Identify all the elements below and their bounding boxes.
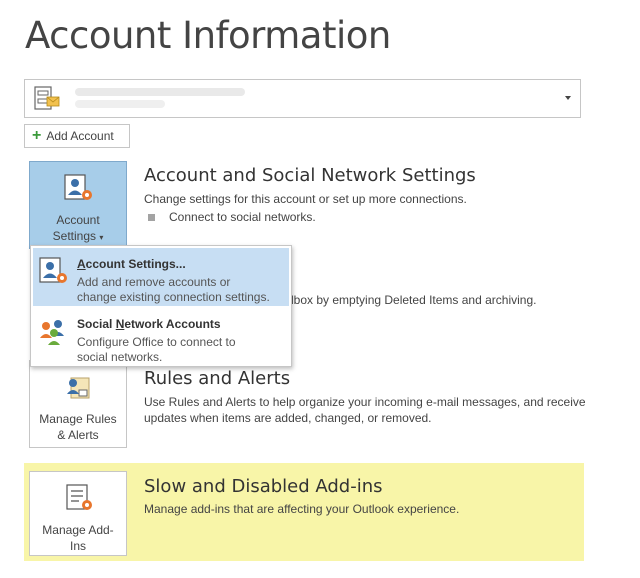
mailbox-cleanup-partial-text: lbox by emptying Deleted Items and archi…	[291, 293, 537, 307]
social-bullet: Connect to social networks.	[148, 209, 316, 225]
plus-icon: +	[32, 127, 42, 144]
rules-alerts-icon	[67, 377, 90, 399]
account-name-redacted	[75, 88, 245, 96]
menu-item-account-settings[interactable]: Account Settings... Add and remove accou…	[33, 248, 289, 306]
rules-alerts-description: Use Rules and Alerts to help organize yo…	[144, 395, 586, 425]
addins-description: Manage add-ins that are affecting your O…	[144, 502, 460, 516]
account-type-redacted	[75, 100, 165, 108]
manage-rules-label: Manage Rules & Alerts	[39, 412, 117, 442]
manage-addins-button[interactable]: Manage Add- Ins	[29, 471, 127, 556]
menu-item-title: Social Network Accounts	[77, 317, 221, 331]
account-settings-title: Account and Social Network Settings	[144, 165, 476, 186]
page-title: Account Information	[25, 14, 391, 57]
account-mailbox-icon	[34, 86, 60, 110]
addins-title: Slow and Disabled Add-ins	[144, 476, 383, 497]
addins-icon	[66, 484, 92, 510]
dropdown-caret-icon[interactable]	[565, 96, 571, 100]
manage-addins-label: Manage Add- Ins	[42, 523, 114, 553]
menu-item-title: Account Settings...	[77, 257, 186, 271]
rules-alerts-title: Rules and Alerts	[144, 368, 291, 389]
account-settings-description: Change settings for this account or set …	[144, 192, 467, 206]
account-settings-dropdown: Account Settings... Add and remove accou…	[30, 245, 292, 367]
menu-item-description: Configure Office to connect to social ne…	[77, 335, 236, 364]
account-settings-button[interactable]: Account Settings ▾	[29, 161, 127, 249]
add-account-label: Add Account	[46, 129, 114, 143]
bullet-icon	[148, 213, 155, 221]
manage-rules-button[interactable]: Manage Rules & Alerts	[29, 360, 127, 448]
account-settings-label: Account Settings ▾	[52, 213, 104, 243]
menu-item-social-network-accounts[interactable]: Social Network Accounts Configure Office…	[33, 308, 289, 366]
social-network-icon	[40, 320, 64, 345]
account-settings-icon	[64, 174, 92, 200]
account-selector[interactable]	[24, 79, 581, 118]
add-account-button[interactable]: + Add Account	[24, 124, 130, 148]
menu-item-description: Add and remove accounts or change existi…	[77, 275, 270, 304]
account-settings-icon	[39, 257, 67, 283]
